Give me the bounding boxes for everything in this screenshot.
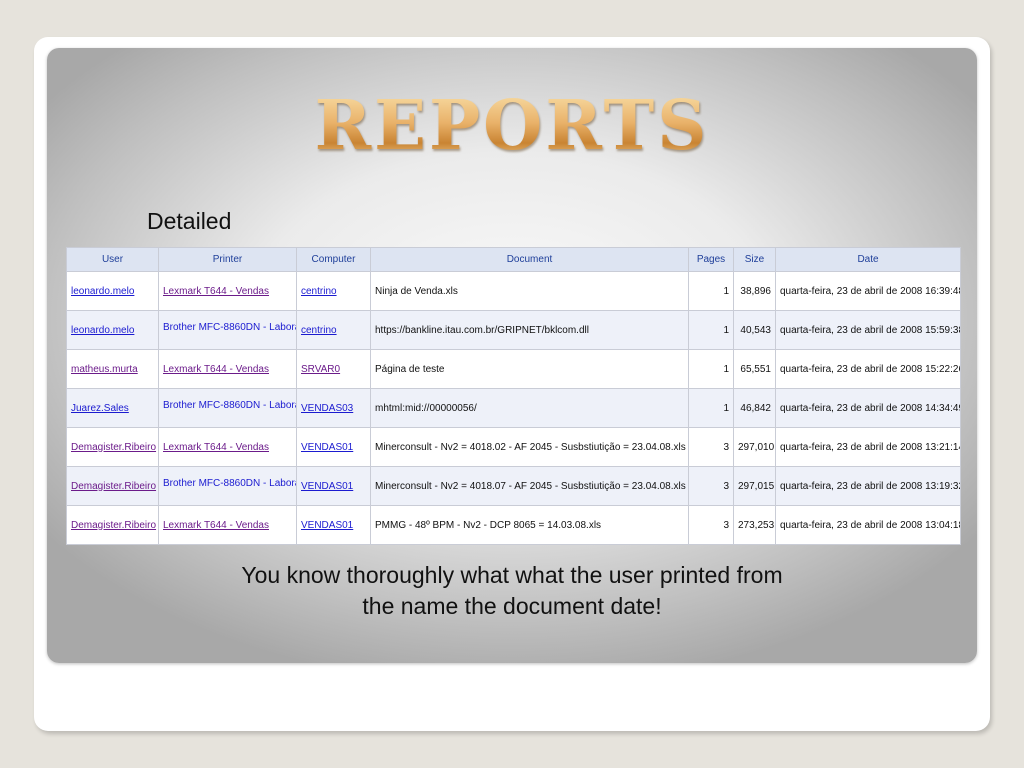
slide-subtitle: Detailed: [147, 208, 232, 234]
document-name: https://bankline.itau.com.br/GRIPNET/bkl…: [370, 310, 689, 350]
caption-line-2: the name the document date!: [362, 593, 662, 619]
computer-link[interactable]: centrino: [296, 310, 371, 350]
pages-count: 1: [688, 310, 734, 350]
document-name: Página de teste: [370, 349, 689, 389]
print-report-table: User Printer Computer Document Pages Siz…: [66, 247, 961, 545]
document-size: 38,896: [733, 271, 776, 311]
computer-link[interactable]: centrino: [296, 271, 371, 311]
document-name: mhtml:mid://00000056/: [370, 388, 689, 428]
print-date: quarta-feira, 23 de abril de 2008 14:34:…: [775, 388, 961, 428]
print-date: quarta-feira, 23 de abril de 2008 15:59:…: [775, 310, 961, 350]
column-header-document[interactable]: Document: [370, 247, 689, 272]
column-header-pages[interactable]: Pages: [688, 247, 734, 272]
column-header-size[interactable]: Size: [733, 247, 776, 272]
pages-count: 3: [688, 427, 734, 467]
printer-link[interactable]: Brother MFC-8860DN - Laboratório: [158, 310, 297, 350]
table-header-row: User Printer Computer Document Pages Siz…: [66, 247, 961, 272]
printer-link[interactable]: Lexmark T644 - Vendas: [158, 349, 297, 389]
user-link[interactable]: leonardo.melo: [66, 271, 159, 311]
computer-link[interactable]: SRVAR0: [296, 349, 371, 389]
user-link[interactable]: Demagister.Ribeiro: [66, 466, 159, 506]
table-row: Juarez.Sales Brother MFC-8860DN - Labora…: [66, 388, 961, 428]
computer-link[interactable]: VENDAS03: [296, 388, 371, 428]
document-name: Minerconsult - Nv2 = 4018.02 - AF 2045 -…: [370, 427, 689, 467]
column-header-date[interactable]: Date: [775, 247, 961, 272]
computer-link[interactable]: VENDAS01: [296, 427, 371, 467]
table-row: Demagister.Ribeiro Lexmark T644 - Vendas…: [66, 427, 961, 467]
document-name: PMMG - 48º BPM - Nv2 - DCP 8065 = 14.03.…: [370, 505, 689, 545]
printer-link-label[interactable]: Brother MFC-8860DN - Laboratório: [163, 400, 296, 411]
print-date: quarta-feira, 23 de abril de 2008 15:22:…: [775, 349, 961, 389]
document-name: Ninja de Venda.xls: [370, 271, 689, 311]
user-link[interactable]: Demagister.Ribeiro: [66, 427, 159, 467]
table-row: matheus.murta Lexmark T644 - Vendas SRVA…: [66, 349, 961, 389]
slide-caption: You know thoroughly what what the user p…: [47, 560, 977, 622]
slide-title: REPORTS: [0, 92, 1024, 160]
column-header-computer[interactable]: Computer: [296, 247, 371, 272]
printer-link[interactable]: Lexmark T644 - Vendas: [158, 271, 297, 311]
print-date: quarta-feira, 23 de abril de 2008 13:21:…: [775, 427, 961, 467]
table-row: Demagister.Ribeiro Brother MFC-8860DN - …: [66, 466, 961, 506]
document-size: 40,543: [733, 310, 776, 350]
printer-link-label[interactable]: Brother MFC-8860DN - Laboratório: [163, 322, 296, 333]
printer-link[interactable]: Lexmark T644 - Vendas: [158, 427, 297, 467]
printer-link[interactable]: Lexmark T644 - Vendas: [158, 505, 297, 545]
column-header-user[interactable]: User: [66, 247, 159, 272]
printer-link[interactable]: Brother MFC-8860DN - Laboratório: [158, 388, 297, 428]
user-link[interactable]: Juarez.Sales: [66, 388, 159, 428]
pages-count: 1: [688, 271, 734, 311]
pages-count: 3: [688, 466, 734, 506]
table-row: leonardo.melo Lexmark T644 - Vendas cent…: [66, 271, 961, 311]
user-link[interactable]: leonardo.melo: [66, 310, 159, 350]
printer-link-label[interactable]: Brother MFC-8860DN - Laboratório: [163, 478, 296, 489]
column-header-printer[interactable]: Printer: [158, 247, 297, 272]
print-date: quarta-feira, 23 de abril de 2008 16:39:…: [775, 271, 961, 311]
document-size: 46,842: [733, 388, 776, 428]
printer-link[interactable]: Brother MFC-8860DN - Laboratório: [158, 466, 297, 506]
user-link[interactable]: Demagister.Ribeiro: [66, 505, 159, 545]
table-row: leonardo.melo Brother MFC-8860DN - Labor…: [66, 310, 961, 350]
document-name: Minerconsult - Nv2 = 4018.07 - AF 2045 -…: [370, 466, 689, 506]
caption-line-1: You know thoroughly what what the user p…: [241, 562, 783, 588]
user-link[interactable]: matheus.murta: [66, 349, 159, 389]
document-size: 297,015: [733, 466, 776, 506]
computer-link[interactable]: VENDAS01: [296, 505, 371, 545]
table-row: Demagister.Ribeiro Lexmark T644 - Vendas…: [66, 505, 961, 545]
computer-link[interactable]: VENDAS01: [296, 466, 371, 506]
document-size: 273,253: [733, 505, 776, 545]
document-size: 297,010: [733, 427, 776, 467]
pages-count: 1: [688, 349, 734, 389]
print-date: quarta-feira, 23 de abril de 2008 13:04:…: [775, 505, 961, 545]
document-size: 65,551: [733, 349, 776, 389]
print-date: quarta-feira, 23 de abril de 2008 13:19:…: [775, 466, 961, 506]
pages-count: 1: [688, 388, 734, 428]
pages-count: 3: [688, 505, 734, 545]
